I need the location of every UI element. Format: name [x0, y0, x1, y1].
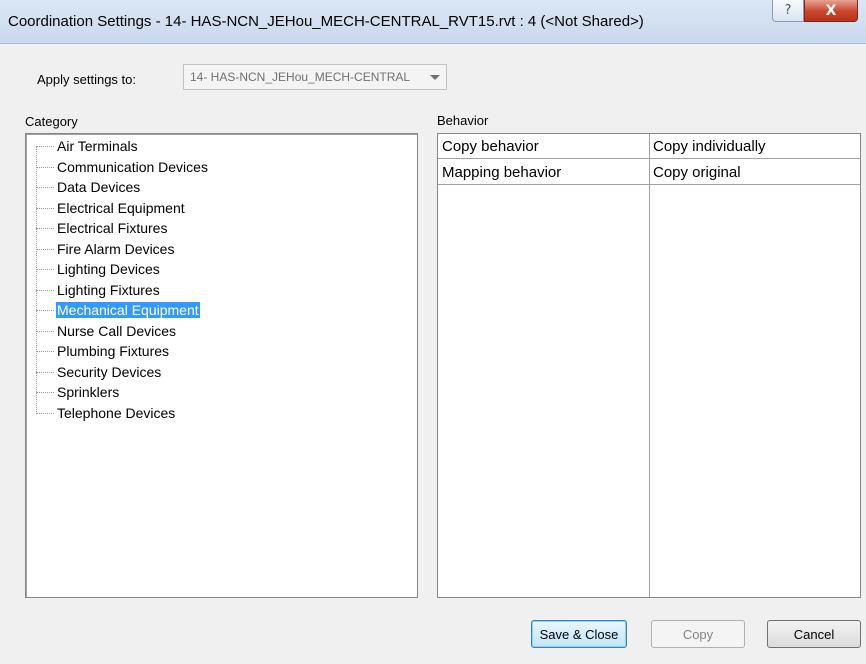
chevron-down-icon[interactable] [430, 75, 440, 80]
tree-branch-line [36, 207, 54, 209]
tree-item[interactable]: Air Terminals [26, 137, 326, 157]
tree-item[interactable]: Electrical Fixtures [26, 219, 326, 239]
tree-item-label: Fire Alarm Devices [57, 240, 175, 257]
save-close-button[interactable]: Save & Close [531, 620, 627, 648]
tree-item[interactable]: Sprinklers [26, 383, 326, 403]
tree-branch-line [36, 269, 54, 270]
tree-item[interactable]: Lighting Fixtures [26, 281, 326, 301]
tree-item-label: Communication Devices [57, 158, 208, 175]
tree-item-label: Electrical Fixtures [57, 220, 168, 236]
tree-item[interactable]: Telephone Devices [26, 404, 326, 424]
close-button[interactable]: X [804, 0, 858, 22]
behavior-label: Behavior [437, 113, 489, 128]
coordination-settings-dialog: Coordination Settings - 14- HAS-NCN_JEHo… [0, 0, 866, 664]
tree-branch-line [36, 289, 54, 291]
cancel-button[interactable]: Cancel [767, 620, 861, 648]
close-icon: X [825, 2, 837, 19]
category-tree[interactable]: Air Terminals Communication Devices Data D… [25, 133, 418, 598]
apply-settings-label: Apply settings to: [37, 72, 136, 87]
tree-item[interactable]: Plumbing Fixtures [26, 342, 326, 362]
apply-settings-dropdown[interactable]: 14- HAS-NCN_JEHou_MECH-CENTRAL [183, 64, 447, 90]
apply-settings-value: 14- HAS-NCN_JEHou_MECH-CENTRAL [190, 70, 411, 84]
tree-item[interactable]: Electrical Equipment [26, 199, 326, 219]
tree-branch-line [36, 166, 54, 168]
behavior-grid: Copy behavior Copy individually Mapping be… [437, 133, 861, 598]
tree-item-label: Lighting Fixtures [57, 281, 160, 298]
behavior-row[interactable]: Mapping behavior Copy original [438, 160, 860, 185]
tree-branch-line [36, 351, 54, 352]
tree-item-label: Lighting Devices [57, 261, 160, 277]
tree-branch-line [36, 412, 54, 414]
tree-branch-line [36, 248, 54, 250]
tree-item-label: Security Devices [57, 363, 162, 380]
tree-item-label: Data Devices [57, 179, 141, 195]
tree-item[interactable]: Security Devices [26, 363, 326, 383]
help-icon: ? [784, 3, 792, 18]
tree-branch-line [36, 330, 54, 332]
tree-branch-line [36, 310, 54, 311]
category-label: Category [25, 114, 78, 129]
tree-branch-line [36, 146, 54, 147]
window-title: Coordination Settings - 14- HAS-NCN_JEHo… [8, 13, 644, 30]
tree-item[interactable]: Fire Alarm Devices [26, 240, 326, 260]
tree-branch-line [36, 392, 54, 393]
tree-branch-line [36, 228, 54, 229]
tree-branch-line [36, 371, 54, 373]
behavior-name-cell: Mapping behavior [442, 164, 562, 181]
tree-item[interactable]: Data Devices [26, 178, 326, 198]
tree-item[interactable]: Mechanical Equipment [26, 301, 326, 321]
behavior-value-cell[interactable]: Copy original [653, 164, 741, 181]
tree-item[interactable]: Nurse Call Devices [26, 322, 326, 342]
tree-item-label: Plumbing Fixtures [57, 343, 170, 359]
grid-column-divider [649, 134, 650, 597]
behavior-row[interactable]: Copy behavior Copy individually [438, 134, 860, 159]
behavior-value-cell[interactable]: Copy individually [653, 138, 766, 155]
tree-item[interactable]: Communication Devices [26, 158, 326, 178]
tree-item-label: Air Terminals [57, 138, 138, 154]
tree-item[interactable]: Lighting Devices [26, 260, 326, 280]
help-button[interactable]: ? [772, 0, 804, 22]
tree-item-label: Electrical Equipment [57, 199, 185, 216]
tree-item-label: Sprinklers [57, 384, 120, 400]
tree-item-label: Mechanical Equipment [56, 302, 200, 318]
tree-item-label: Nurse Call Devices [57, 322, 177, 339]
title-bar[interactable]: Coordination Settings - 14- HAS-NCN_JEHo… [0, 0, 866, 44]
copy-button[interactable]: Copy [651, 620, 745, 648]
behavior-name-cell: Copy behavior [442, 138, 539, 155]
tree-branch-line [36, 187, 54, 188]
tree-item-label: Telephone Devices [57, 404, 176, 421]
